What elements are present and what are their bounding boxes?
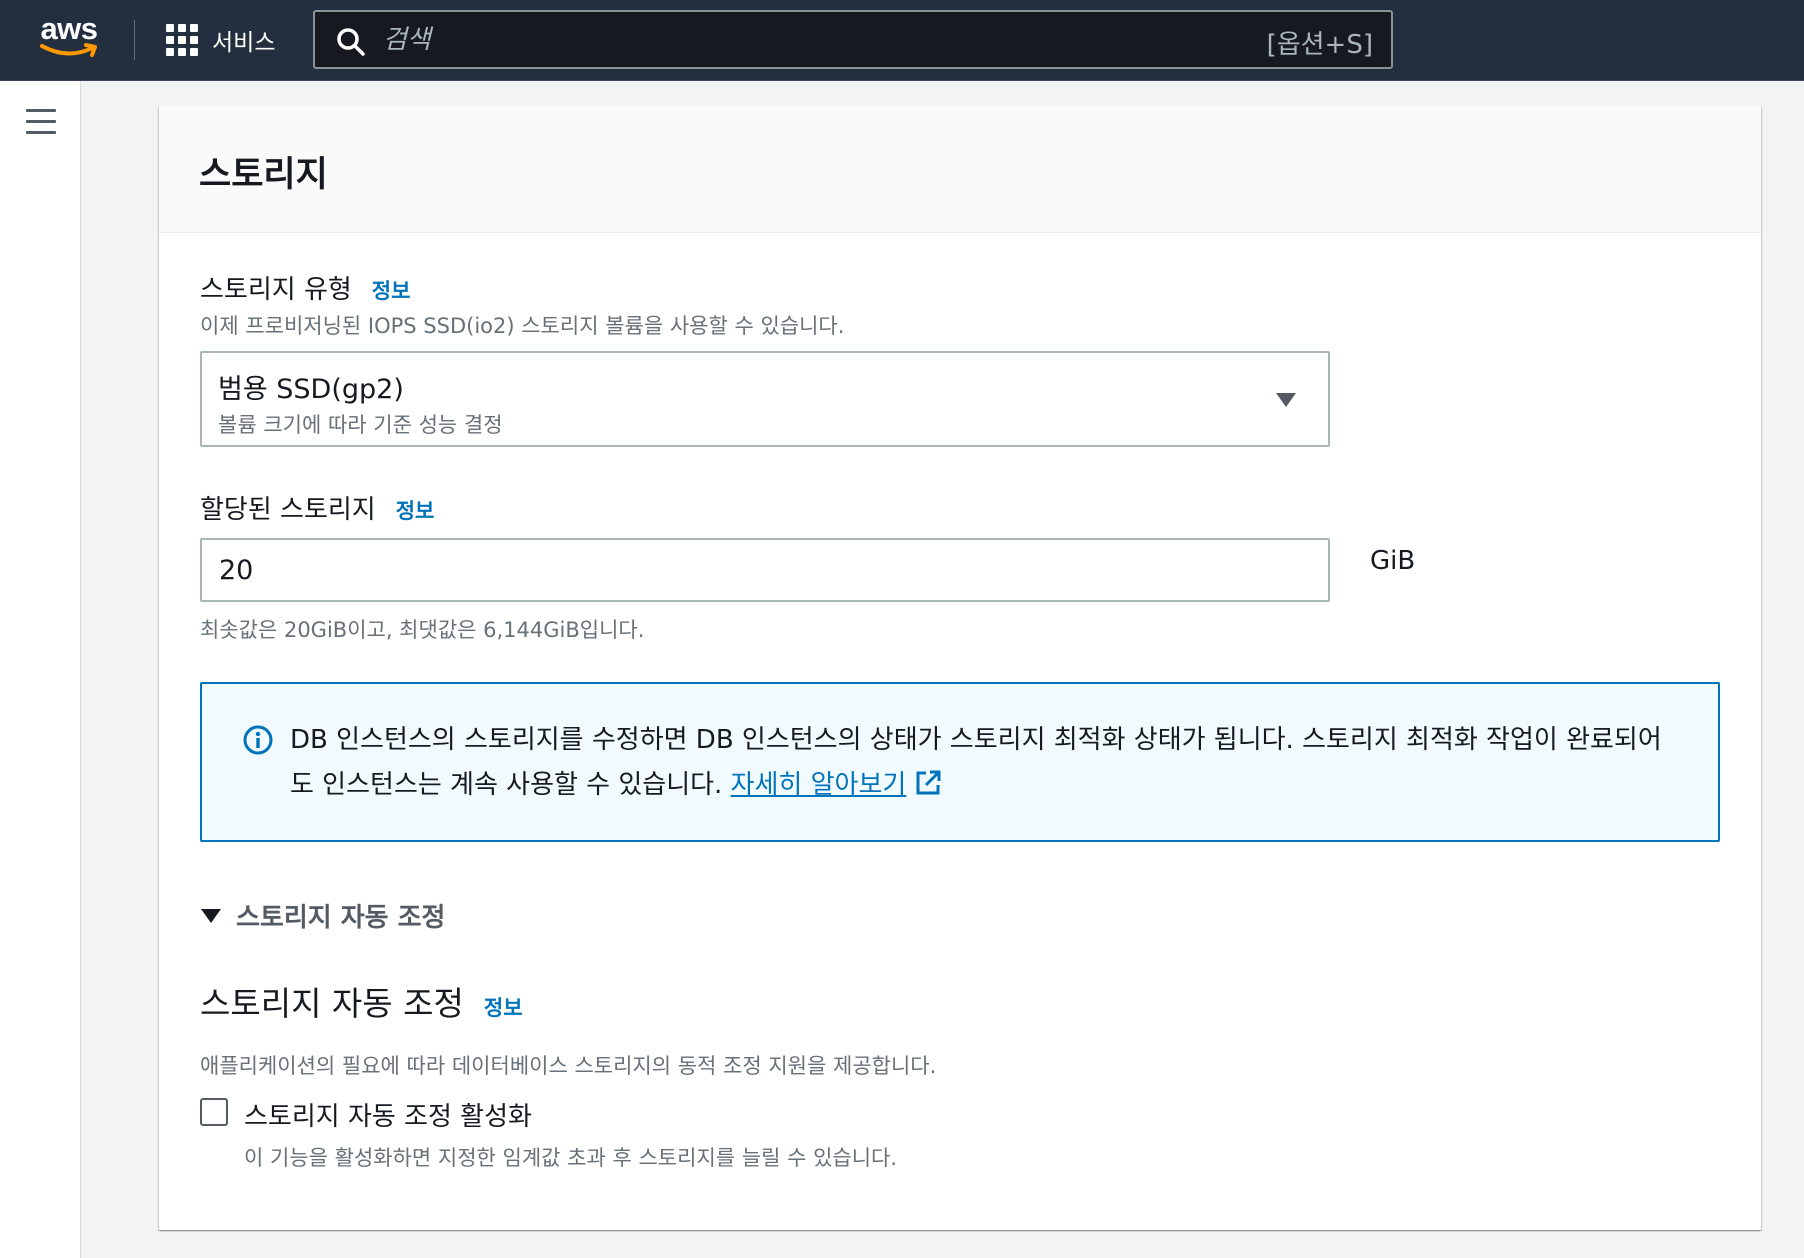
storage-type-label: 스토리지 유형: [200, 275, 352, 305]
alert-message: DB 인스턴스의 스토리지를 수정하면 DB 인스턴스의 상태가 스토리지 최적…: [290, 718, 1680, 808]
panel-title: 스토리지: [199, 155, 328, 195]
aws-logo[interactable]: aws: [36, 12, 102, 62]
learn-more-link[interactable]: 자세히 알아보기: [731, 770, 907, 800]
allocated-storage-input[interactable]: [200, 538, 1330, 602]
search-input[interactable]: [383, 20, 1183, 60]
enable-autoscaling-description: 이 기능을 활성화하면 지정한 임계값 초과 후 스토리지를 늘릴 수 있습니다…: [244, 1146, 898, 1170]
unit-label: GiB: [1370, 546, 1416, 576]
storage-type-label-row: 스토리지 유형 정보: [200, 269, 410, 306]
expander-label: 스토리지 자동 조정: [236, 903, 446, 933]
storage-autoscaling-expander[interactable]: 스토리지 자동 조정: [200, 897, 445, 934]
nav-divider: [134, 20, 135, 60]
storage-type-selected-value: 범용 SSD(gp2): [218, 374, 404, 405]
caret-down-icon: [201, 908, 221, 923]
caret-down-icon: [1276, 393, 1296, 407]
enable-autoscaling-checkbox[interactable]: [200, 1098, 228, 1126]
allocated-storage-constraint: 최솟값은 20GiB이고, 최댓값은 6,144GiB입니다.: [200, 618, 645, 642]
storage-type-description: 이제 프로비저닝된 IOPS SSD(io2) 스토리지 볼륨을 사용할 수 있…: [200, 314, 845, 338]
grid-icon: [166, 24, 198, 56]
hamburger-menu-icon[interactable]: [26, 109, 56, 142]
info-icon: [243, 725, 273, 755]
search-icon: [337, 28, 365, 56]
aws-logo-text: aws: [40, 11, 98, 46]
side-navigation-rail: [0, 81, 81, 1258]
alert-message-text: DB 인스턴스의 스토리지를 수정하면 DB 인스턴스의 상태가 스토리지 최적…: [290, 725, 1662, 800]
panel-header: 스토리지: [159, 106, 1761, 233]
enable-autoscaling-label[interactable]: 스토리지 자동 조정 활성화: [244, 1096, 532, 1133]
storage-panel: 스토리지 스토리지 유형 정보 이제 프로비저닝된 IOPS SSD(io2) 스…: [159, 106, 1761, 1230]
global-search[interactable]: [옵션+S]: [313, 10, 1393, 69]
storage-type-info-link[interactable]: 정보: [372, 279, 411, 303]
aws-smile-icon: [40, 43, 97, 57]
allocated-storage-label-row: 할당된 스토리지 정보: [200, 489, 434, 526]
autoscaling-description: 애플리케이션의 필요에 따라 데이터베이스 스토리지의 동적 조정 지원을 제공…: [200, 1054, 937, 1078]
autoscaling-title-row: 스토리지 자동 조정 정보: [200, 977, 523, 1025]
search-shortcut-hint: [옵션+S]: [1266, 30, 1373, 60]
storage-type-selected-description: 볼륨 크기에 따라 기준 성능 결정: [218, 413, 503, 437]
external-link-icon[interactable]: [914, 769, 942, 797]
autoscaling-section-title: 스토리지 자동 조정: [200, 984, 464, 1023]
services-menu-button[interactable]: 서비스: [166, 20, 275, 60]
services-label: 서비스: [212, 30, 276, 56]
allocated-storage-info-link[interactable]: 정보: [396, 499, 435, 523]
info-alert: DB 인스턴스의 스토리지를 수정하면 DB 인스턴스의 상태가 스토리지 최적…: [200, 682, 1720, 842]
allocated-storage-label: 할당된 스토리지: [200, 495, 376, 525]
autoscaling-info-link[interactable]: 정보: [484, 996, 523, 1020]
top-navigation: aws 서비스 [옵션+S]: [0, 0, 1804, 81]
storage-type-select[interactable]: 범용 SSD(gp2) 볼륨 크기에 따라 기준 성능 결정: [200, 351, 1330, 447]
